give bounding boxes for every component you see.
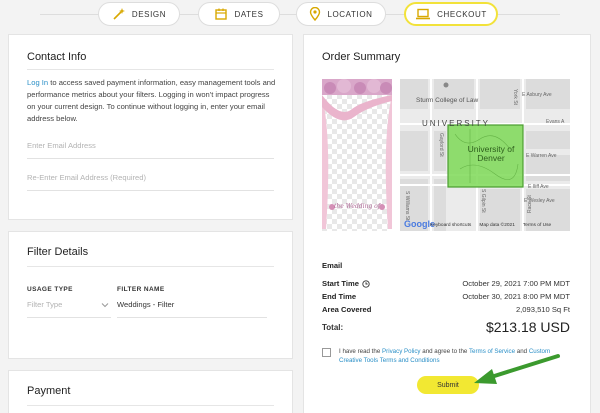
map-street-label: Gaylord St (438, 133, 444, 157)
email-confirm-field[interactable] (27, 173, 274, 182)
step-location[interactable]: LOCATION (296, 2, 386, 26)
map-street-label: Race St (527, 195, 533, 213)
terms-checkbox[interactable] (322, 348, 331, 357)
map-keyboard-shortcuts[interactable]: Keyboard shortcuts (430, 223, 471, 228)
map-street-label: S Gilpin St (480, 189, 486, 213)
step-checkout-label: CHECKOUT (437, 9, 487, 19)
map-street-label: E Iliff Ave (528, 184, 549, 190)
filter-name-field[interactable]: Weddings - Filter (117, 300, 267, 318)
order-summary-title: Order Summary (322, 51, 401, 63)
map-data-credit: Map data ©2021 (479, 223, 515, 228)
map-pin-icon (310, 7, 321, 21)
email-row: Email (322, 261, 570, 270)
map-street-label: E Warren Ave (526, 153, 557, 159)
total-row: Total: $213.18 USD (322, 319, 570, 335)
filter-name-label: FILTER NAME (117, 286, 165, 293)
total-value: $213.18 USD (485, 319, 570, 335)
checkout-stepper: DESIGN DATES LOCATION CHECKOUT (0, 0, 600, 32)
contact-info-title: Contact Info (27, 51, 87, 63)
end-time-value: October 30, 2021 8:00 PM MDT (462, 292, 570, 301)
login-link[interactable]: Log In (27, 78, 48, 87)
map-street-label: Evans A (546, 119, 565, 125)
divider (27, 405, 274, 406)
end-time-label: End Time (322, 292, 357, 301)
filter-details-title: Filter Details (27, 246, 89, 258)
terms-text-part: and agree to the (422, 348, 468, 355)
clock-icon (362, 279, 370, 288)
step-location-label: LOCATION (327, 9, 373, 19)
contact-info-body: to access saved payment information, eas… (27, 78, 276, 123)
area-value: 2,093,510 Sq Ft (515, 305, 570, 314)
filter-preview-image: the Wedding of (322, 79, 392, 231)
step-design[interactable]: DESIGN (98, 2, 180, 26)
start-time-value: October 29, 2021 7:00 PM MDT (462, 279, 570, 288)
divider (27, 69, 274, 70)
calendar-icon (215, 8, 228, 20)
step-design-label: DESIGN (131, 9, 167, 19)
map-street-label: E Asbury Ave (522, 92, 552, 98)
usage-type-select[interactable]: Filter Type (27, 300, 111, 318)
filter-details-card: Filter Details USAGE TYPE FILTER NAME Fi… (8, 231, 293, 359)
preview-caption: the Wedding of (333, 203, 380, 210)
contact-info-card: Contact Info Log In to access saved paym… (8, 34, 293, 220)
step-checkout[interactable]: CHECKOUT (404, 2, 498, 26)
map-terms-link[interactable]: Terms of Use (523, 223, 551, 228)
start-time-label-wrap: Start Time (322, 279, 370, 288)
map-college-label: Sturm College of Law (416, 97, 479, 104)
start-time-label: Start Time (322, 279, 359, 288)
total-label: Total: (322, 322, 344, 332)
magic-wand-icon (113, 8, 125, 20)
chevron-down-icon (101, 303, 109, 308)
map-street-label: York St (512, 89, 518, 105)
step-dates[interactable]: DATES (198, 2, 280, 26)
email-field-wrapper (27, 141, 274, 159)
email-field[interactable] (27, 141, 274, 150)
payment-title: Payment (27, 385, 71, 397)
map-highlight-label: University of Denver (467, 144, 515, 163)
terms-text-part: I have read the (339, 348, 381, 355)
contact-info-text: Log In to access saved payment informati… (27, 77, 277, 125)
end-time-row: End Time October 30, 2021 8:00 PM MDT (322, 292, 570, 301)
step-dates-label: DATES (234, 9, 264, 19)
area-row: Area Covered 2,093,510 Sq Ft (322, 305, 570, 314)
payment-card: Payment (8, 370, 293, 413)
location-map[interactable]: Sturm College of Law UNIVERSITY Universi… (400, 79, 570, 231)
email-label: Email (322, 261, 343, 270)
area-label: Area Covered (322, 305, 372, 314)
map-street-label: S Williams St (404, 191, 410, 221)
laptop-icon (416, 8, 431, 20)
map-footer: Keyboard shortcuts Map data ©2021 Terms … (430, 223, 551, 228)
map-university-label: UNIVERSITY (422, 119, 491, 128)
privacy-policy-link[interactable]: Privacy Policy (382, 348, 421, 355)
usage-type-label: USAGE TYPE (27, 286, 73, 293)
divider (27, 266, 274, 267)
usage-type-placeholder: Filter Type (27, 300, 63, 309)
email-confirm-field-wrapper (27, 173, 274, 191)
annotation-arrow-icon (474, 354, 560, 384)
start-time-row: Start Time October 29, 2021 7:00 PM MDT (322, 279, 570, 288)
